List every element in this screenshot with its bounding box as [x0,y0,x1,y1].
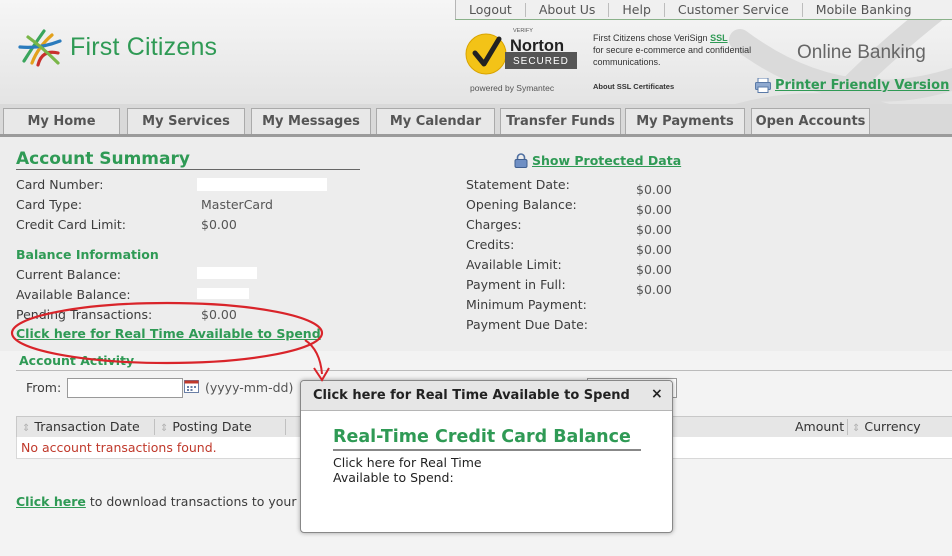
popup-header: Click here for Real Time Available to Sp… [301,381,672,411]
charges-label: Charges: [466,217,522,232]
col-posting-date[interactable]: ⇕ Posting Date [160,417,252,437]
verisign-text: First Citizens chose VeriSign [593,33,708,43]
main-tabs: My Home My Services My Messages My Calen… [0,104,952,137]
first-citizens-logo-icon [18,29,62,67]
credits-label: Credits: [466,237,515,252]
col-amount[interactable]: Amount [795,417,844,437]
online-banking-label: Online Banking [797,42,926,63]
column-divider [285,419,286,435]
show-protected-data-link[interactable]: Show Protected Data [532,153,681,168]
account-activity-header: Account Activity [16,352,952,371]
download-link[interactable]: Click here [16,494,86,509]
close-icon[interactable]: × [651,386,663,402]
credit-limit-label: Credit Card Limit: [16,217,126,232]
tab-transfer-funds[interactable]: Transfer Funds [500,108,621,134]
site-header: Logout About Us Help Customer Service Mo… [0,0,952,104]
sort-icon: ⇕ [22,423,31,434]
top-utility-nav: Logout About Us Help Customer Service Mo… [455,0,952,20]
verisign-notice: First Citizens chose VeriSign SSL for se… [593,32,753,68]
norton-secured-text: SECURED [513,56,569,67]
sort-icon: ⇕ [160,423,169,434]
norton-name-text: Norton [510,37,564,55]
top-nav-underline [455,19,952,20]
opening-balance-value: $0.00 [636,202,672,217]
available-balance-label: Available Balance: [16,287,131,302]
charges-value: $0.00 [636,222,672,237]
available-balance-redacted [197,288,249,299]
card-number-label: Card Number: [16,177,104,192]
card-number-redacted [197,178,327,191]
current-balance-label: Current Balance: [16,267,121,282]
minimum-payment-label: Minimum Payment: [466,297,587,312]
from-date-input[interactable] [67,378,183,398]
balance-info-heading: Balance Information [16,247,159,262]
payment-in-full-value: $0.00 [636,282,672,297]
card-type-value: MasterCard [201,197,273,212]
tab-open-accounts[interactable]: Open Accounts [751,108,870,134]
page-title: Account Summary [16,149,190,169]
popup-body-text: Click here for Real Time Available to Sp… [333,455,482,485]
opening-balance-label: Opening Balance: [466,197,577,212]
col-transaction-date[interactable]: ⇕ Transaction Date [22,417,140,437]
show-protected-data[interactable]: Show Protected Data [514,153,681,168]
popup-heading: Real-Time Credit Card Balance [333,427,631,447]
verisign-rest: for secure e-commerce and confidential c… [593,45,752,67]
column-divider [847,419,848,435]
credit-limit-value: $0.00 [201,217,237,232]
payment-in-full-label: Payment in Full: [466,277,566,292]
sort-icon: ⇕ [852,423,861,434]
col-currency[interactable]: ⇕ Currency [852,417,921,437]
tab-my-messages[interactable]: My Messages [251,108,371,134]
logout-link[interactable]: Logout [456,2,526,17]
lock-icon [514,153,528,168]
popup-heading-underline [333,449,641,451]
realtime-popup: Click here for Real Time Available to Sp… [300,380,673,533]
brand-name: First Citizens [70,32,218,61]
current-balance-redacted [197,267,257,279]
credits-value: $0.00 [636,242,672,257]
date-format-hint: (yyyy-mm-dd) [205,380,294,395]
pending-transactions-label: Pending Transactions: [16,307,153,322]
card-type-label: Card Type: [16,197,83,212]
tab-my-home[interactable]: My Home [3,108,120,134]
pending-transactions-value: $0.00 [201,307,237,322]
available-limit-value: $0.00 [636,262,672,277]
ssl-link[interactable]: SSL [710,33,728,43]
printer-friendly-link[interactable]: Printer Friendly Version [775,78,949,93]
about-ssl-link[interactable]: About SSL Certificates [593,82,674,91]
help-link[interactable]: Help [609,2,665,17]
realtime-available-link[interactable]: Click here for Real Time Available to Sp… [16,326,321,341]
brand-logo[interactable]: First Citizens [18,27,217,67]
download-text: to download transactions to your Ex [89,494,316,509]
account-activity-title: Account Activity [19,353,135,368]
tab-my-calendar[interactable]: My Calendar [376,108,495,134]
column-divider [154,419,155,435]
norton-secured-seal[interactable]: VERIFY Norton SECURED powered by Symante… [465,27,581,93]
statement-date-value: $0.00 [636,182,672,197]
mobile-banking-link[interactable]: Mobile Banking [803,2,925,17]
from-label: From: [26,380,62,395]
empty-message: No account transactions found. [21,440,217,455]
customer-service-link[interactable]: Customer Service [665,2,803,17]
tab-my-payments[interactable]: My Payments [625,108,745,134]
statement-date-label: Statement Date: [466,177,570,192]
norton-powered-text: powered by Symantec [470,83,555,93]
payment-due-date-label: Payment Due Date: [466,317,588,332]
norton-verify-text: VERIFY [513,28,533,34]
calendar-icon[interactable] [184,379,199,393]
download-instructions: Click here to download transactions to y… [16,494,316,509]
available-limit-label: Available Limit: [466,257,562,272]
about-us-link[interactable]: About Us [526,2,610,17]
tab-my-services[interactable]: My Services [127,108,245,134]
popup-title: Click here for Real Time Available to Sp… [313,388,630,403]
title-underline [16,169,360,170]
printer-friendly[interactable]: Printer Friendly Version [755,78,949,93]
printer-icon [755,78,771,93]
